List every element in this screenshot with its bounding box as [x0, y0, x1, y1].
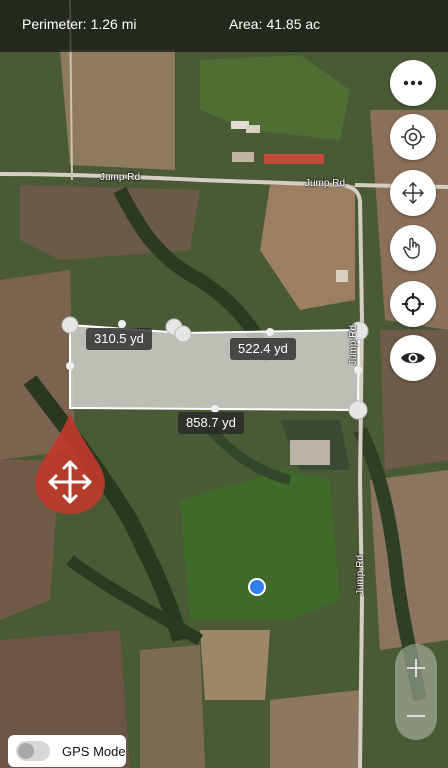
road-label: Jump Rd: [348, 324, 359, 365]
polygon-midpoint[interactable]: [354, 366, 362, 374]
touch-button[interactable]: [390, 225, 436, 271]
perimeter-label: Perimeter:: [22, 16, 87, 32]
zoom-in-button[interactable]: [395, 644, 437, 692]
location-dot-core: [250, 580, 264, 594]
satellite-map[interactable]: [0, 0, 448, 768]
move-icon: [402, 182, 424, 204]
target-icon: [401, 125, 425, 149]
perimeter-value: 1.26 mi: [90, 16, 137, 32]
toggle-knob: [18, 743, 34, 759]
polygon-midpoint[interactable]: [118, 320, 126, 328]
perimeter-readout: Perimeter: 1.26 mi: [22, 16, 137, 32]
eye-icon: [401, 352, 425, 364]
move-button[interactable]: [390, 170, 436, 216]
polygon-vertex[interactable]: [348, 400, 368, 420]
polygon-midpoint[interactable]: [266, 328, 274, 336]
more-button[interactable]: [390, 60, 436, 106]
area-value: 41.85 ac: [266, 16, 321, 32]
more-icon: [403, 80, 423, 86]
gps-mode-label: GPS Mode: [62, 743, 126, 759]
status-bar: Perimeter: 1.26 mi Area: 41.85 ac: [0, 0, 448, 52]
polygon-vertex[interactable]: [174, 325, 192, 343]
gps-mode-control: GPS Mode: [8, 735, 126, 767]
segment-length-label: 310.5 yd: [86, 328, 152, 350]
minus-icon: [407, 715, 425, 717]
zoom-out-button[interactable]: [395, 692, 437, 740]
area-readout: Area: 41.85 ac: [229, 16, 320, 32]
crosshair-icon: [402, 293, 424, 315]
road-label: Jump Rd: [305, 178, 346, 189]
road-label: Jump Rd: [355, 554, 366, 595]
polygon-vertex[interactable]: [61, 316, 79, 334]
segment-length-label: 858.7 yd: [178, 412, 244, 434]
polygon-midpoint[interactable]: [66, 362, 74, 370]
hand-icon: [403, 237, 420, 259]
road-label: Jump Rd: [100, 172, 141, 183]
plus-icon: [407, 659, 425, 677]
area-label: Area:: [229, 16, 263, 32]
move-polygon-handle[interactable]: [33, 410, 107, 515]
target-button[interactable]: [390, 114, 436, 160]
locate-button[interactable]: [390, 281, 436, 327]
segment-length-label: 522.4 yd: [230, 338, 296, 360]
gps-mode-toggle[interactable]: [16, 741, 50, 761]
zoom-control: [395, 644, 437, 740]
visibility-button[interactable]: [390, 335, 436, 381]
